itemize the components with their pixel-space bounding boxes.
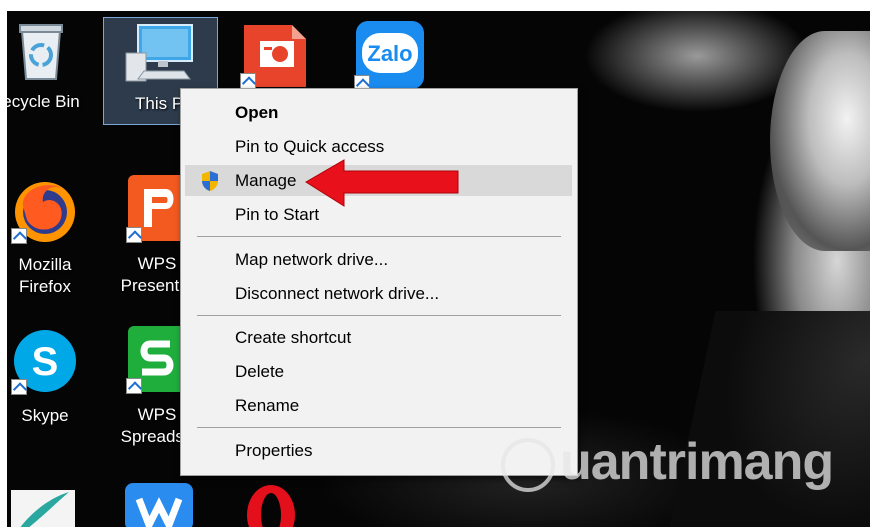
skype-icon: S (11, 327, 79, 395)
wallpaper-figure-hair (770, 31, 870, 251)
feather-app-icon (11, 490, 75, 527)
desktop-icon-partial-wps-writer[interactable] (123, 481, 195, 527)
menu-separator (197, 315, 561, 316)
desktop-icon-zalo[interactable]: Zalo (340, 19, 440, 91)
menu-item-open[interactable]: Open (185, 97, 572, 128)
menu-item-rename[interactable]: Rename (185, 390, 572, 421)
menu-separator (197, 427, 561, 428)
desktop-icon-skype[interactable]: S Skype (7, 327, 95, 427)
svg-text:S: S (32, 340, 59, 384)
menu-item-delete[interactable]: Delete (185, 356, 572, 387)
skype-label: Skype (21, 406, 69, 425)
shortcut-arrow-icon (126, 378, 142, 394)
shortcut-arrow-icon (240, 73, 256, 89)
menu-item-map-network-drive[interactable]: Map network drive... (185, 244, 572, 275)
desktop-icon-partial-feather[interactable] (9, 484, 77, 527)
wps-spreadsheets-icon (126, 324, 188, 394)
wallpaper-figure-suit (664, 311, 870, 527)
wps-writer-icon (125, 483, 193, 527)
wps-presentation-icon (240, 21, 310, 89)
watermark-text: uantrimang (560, 433, 834, 491)
shortcut-arrow-icon (126, 227, 142, 243)
recycle-bin-label: ecycle Bin (7, 92, 80, 111)
desktop-icon-recycle-bin[interactable]: ecycle Bin (7, 21, 91, 113)
opera-icon (247, 485, 295, 527)
shortcut-arrow-icon (11, 379, 27, 395)
desktop-icon-wps-presentation-top[interactable] (225, 21, 325, 89)
firefox-icon (11, 176, 79, 244)
red-annotation-arrow-icon (305, 159, 459, 207)
menu-item-create-shortcut[interactable]: Create shortcut (185, 322, 572, 353)
firefox-label-line1: Mozilla (18, 255, 72, 274)
shortcut-arrow-icon (11, 228, 27, 244)
zalo-logo-text: Zalo (367, 41, 412, 66)
this-pc-icon (124, 23, 194, 83)
desktop-icon-firefox[interactable]: Mozilla Firefox (7, 176, 95, 298)
zalo-icon: Zalo (354, 19, 426, 91)
watermark-bulb-icon (501, 438, 555, 492)
wps-presentation-icon (126, 173, 188, 243)
uac-shield-icon (200, 170, 220, 192)
firefox-label-line2: Firefox (19, 277, 71, 296)
recycle-bin-icon (16, 21, 66, 81)
menu-item-disconnect-network-drive[interactable]: Disconnect network drive... (185, 278, 572, 309)
menu-separator (197, 236, 561, 237)
desktop-icon-partial-opera[interactable] (243, 481, 299, 527)
context-menu: Open Pin to Quick access Manage Pin to S… (180, 88, 578, 476)
